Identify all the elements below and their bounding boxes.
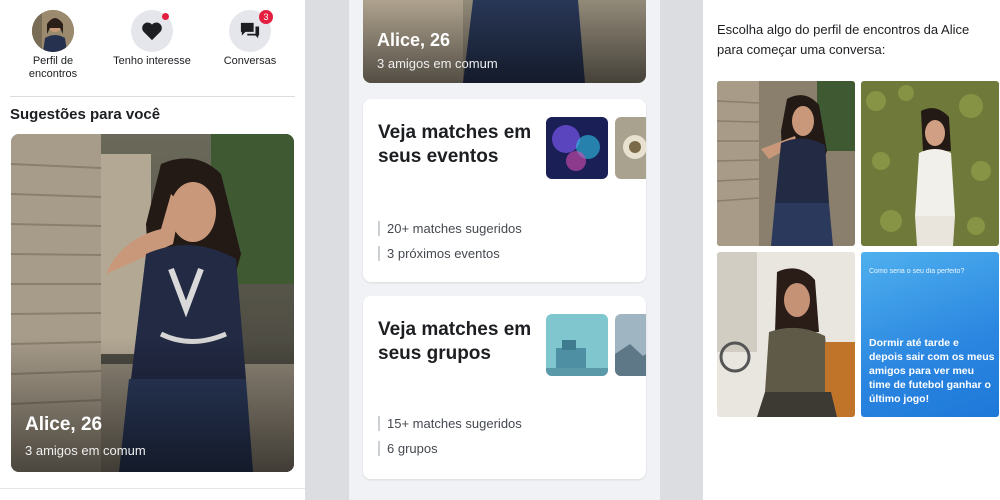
profile-card-top[interactable]: Alice, 26 3 amigos em comum xyxy=(363,0,646,83)
nav-conversations[interactable]: 3 Conversas xyxy=(210,10,290,68)
dating-profile-avatar xyxy=(32,10,74,52)
nav-dating-profile-label: Perfil de encontros xyxy=(28,55,78,80)
groups-stat-count: 6 grupos xyxy=(378,441,438,456)
profile-name: Alice, 26 xyxy=(25,414,103,435)
profile-name: Alice, 26 xyxy=(377,30,451,50)
notification-dot xyxy=(162,13,169,20)
chat-icon-wrap: 3 xyxy=(229,10,273,52)
heart-icon xyxy=(142,22,162,41)
conversations-badge: 3 xyxy=(259,10,273,24)
events-card-title: Veja matches em seus eventos xyxy=(378,122,532,167)
events-matches-card[interactable]: Veja matches em seus eventos 20+ matches… xyxy=(363,99,646,282)
profile-photo-tile-3[interactable] xyxy=(717,252,855,417)
dating-home-panel: Perfil de encontros Tenho interesse 3 Co… xyxy=(0,0,305,500)
matches-panel: Alice, 26 3 amigos em comum Veja matches… xyxy=(349,0,660,500)
bottom-edge xyxy=(0,488,305,500)
groups-stat-matches: 15+ matches sugeridos xyxy=(378,416,522,431)
prompt-question: Como seria o seu dia perfeito? xyxy=(869,268,965,275)
prompt-answer: Dormir até tarde e depois sair com os me… xyxy=(869,337,995,405)
event-thumbnail-2 xyxy=(615,117,646,179)
nav-conversations-label: Conversas xyxy=(223,55,277,67)
start-conversation-panel: Escolha algo do perfil de encontros da A… xyxy=(703,0,1000,500)
profile-photo-tile-1[interactable] xyxy=(717,81,855,246)
dating-top-nav: Perfil de encontros Tenho interesse 3 Co… xyxy=(0,10,305,90)
nav-dating-profile[interactable]: Perfil de encontros xyxy=(13,10,93,81)
conversation-intro: Escolha algo do perfil de encontros da A… xyxy=(717,22,970,57)
profile-card[interactable]: Alice, 26 3 amigos em comum xyxy=(11,134,294,472)
profile-mutual-friends: 3 amigos em comum xyxy=(377,56,498,71)
groups-card-title: Veja matches em seus grupos xyxy=(378,319,532,364)
suggestions-title: Sugestões para você xyxy=(10,106,161,123)
profile-photo-tile-2[interactable] xyxy=(861,81,999,246)
nav-interested[interactable]: Tenho interesse xyxy=(112,10,192,68)
events-stat-upcoming: 3 próximos eventos xyxy=(378,246,500,261)
event-thumbnail xyxy=(546,117,608,179)
chat-bubbles-icon xyxy=(240,22,260,39)
groups-matches-card[interactable]: Veja matches em seus grupos 15+ matches … xyxy=(363,296,646,479)
heart-icon-wrap xyxy=(131,10,173,52)
profile-mutual-friends: 3 amigos em comum xyxy=(25,443,146,458)
nav-interested-label: Tenho interesse xyxy=(113,55,191,67)
group-thumbnail-2 xyxy=(615,314,646,376)
group-thumbnail xyxy=(546,314,608,376)
events-stat-matches: 20+ matches sugeridos xyxy=(378,221,522,236)
divider xyxy=(10,96,295,97)
profile-prompt-tile[interactable]: Como seria o seu dia perfeito? Dormir at… xyxy=(861,252,999,417)
